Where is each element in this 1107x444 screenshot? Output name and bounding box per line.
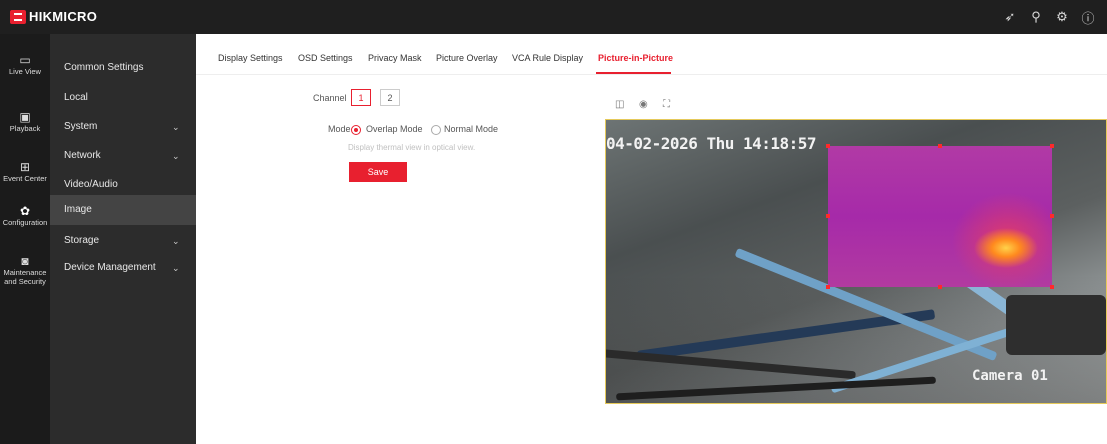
search-icon[interactable]: ⚲ [1029, 9, 1043, 25]
shield-icon: ◙ [21, 254, 29, 268]
cable-shape [616, 376, 936, 401]
menu-item-common-settings[interactable]: Common Settings [50, 53, 196, 83]
tab-privacy-mask[interactable]: Privacy Mask [368, 53, 422, 63]
chevron-down-icon: ⌄ [172, 263, 180, 273]
active-tab-indicator [596, 72, 671, 74]
config-menu: Common Settings Local System ⌄ Network ⌄ V… [50, 34, 196, 444]
channel-button-1[interactable]: 1 [351, 89, 371, 106]
rail-label-line2: and Security [4, 277, 46, 286]
menu-item-system[interactable]: System ⌄ [50, 112, 196, 142]
chevron-down-icon: ⌄ [172, 122, 180, 132]
channel-label: Channel [313, 93, 347, 103]
normal-mode-radio[interactable] [431, 125, 441, 135]
overlap-mode-radio[interactable] [351, 125, 361, 135]
menu-label: Image [64, 204, 92, 215]
fullscreen-icon[interactable]: ⛶ [663, 99, 670, 110]
player-toolbar: ◫ ◉ ⛶ [605, 89, 1107, 119]
chevron-down-icon: ⌄ [172, 151, 180, 161]
record-icon[interactable]: ◉ [639, 99, 648, 110]
mode-label: Mode [328, 124, 351, 134]
tab-osd-settings[interactable]: OSD Settings [298, 53, 353, 63]
rail-label: Playback [9, 124, 41, 133]
rail-label-line1: Maintenance [3, 268, 47, 277]
rail-item-playback[interactable]: ▣ Playback [0, 110, 50, 133]
mode-hint: Display thermal view in optical view. [348, 143, 476, 152]
monitor-icon: ▭ [19, 53, 31, 67]
brand-name: HIKMICRO [29, 9, 98, 24]
device-shape [1006, 295, 1106, 355]
menu-item-storage[interactable]: Storage ⌄ [50, 226, 196, 256]
normal-mode-label[interactable]: Normal Mode [444, 124, 498, 134]
tab-picture-overlay[interactable]: Picture Overlay [436, 53, 498, 63]
resize-handle[interactable] [826, 144, 830, 148]
save-button[interactable]: Save [349, 162, 407, 182]
settings-icon[interactable]: ⚙ [1055, 9, 1069, 25]
cable-shape [606, 348, 856, 380]
menu-item-device-management[interactable]: Device Management ⌄ [50, 253, 196, 283]
tab-vca-rule-display[interactable]: VCA Rule Display [512, 53, 583, 63]
chevron-down-icon: ⌄ [172, 236, 180, 246]
rail-label: Live View [9, 67, 41, 76]
play-icon: ▣ [19, 110, 31, 124]
menu-item-local[interactable]: Local [50, 83, 196, 113]
rail-item-live-view[interactable]: ▭ Live View [0, 53, 50, 76]
menu-item-network[interactable]: Network ⌄ [50, 141, 196, 171]
overlap-mode-label[interactable]: Overlap Mode [366, 124, 423, 134]
menu-item-image[interactable]: Image [50, 195, 196, 225]
hikmicro-logo-icon [10, 9, 26, 24]
osd-timestamp: 04-02-2026 Thu 14:18:57 [606, 134, 817, 153]
menu-label: Device Management [64, 262, 156, 273]
resize-handle[interactable] [826, 285, 830, 289]
thermal-pip-overlay[interactable] [826, 144, 1054, 289]
channel-button-2[interactable]: 2 [380, 89, 400, 106]
resize-handle[interactable] [1050, 285, 1054, 289]
rail-item-maintenance[interactable]: ◙ Maintenance and Security [0, 254, 50, 286]
tab-bar: Display Settings OSD Settings Privacy Ma… [196, 34, 1107, 75]
rail-item-configuration[interactable]: ✿ Configuration [0, 204, 50, 227]
brand-logo: HIKMICRO [10, 9, 97, 24]
rail-label: Event Center [3, 174, 47, 183]
resize-handle[interactable] [826, 214, 830, 218]
gear-icon: ✿ [19, 204, 31, 218]
top-icons: ➶ ⚲ ⚙ ⓘ [1003, 0, 1107, 34]
menu-label: Common Settings [64, 62, 144, 73]
tab-display-settings[interactable]: Display Settings [218, 53, 283, 63]
osd-camera-name: Camera 01 [972, 368, 1048, 384]
grid-icon: ⊞ [19, 160, 31, 174]
rail-item-event-center[interactable]: ⊞ Event Center [0, 160, 50, 183]
resize-handle[interactable] [938, 144, 942, 148]
tab-picture-in-picture[interactable]: Picture-in-Picture [598, 53, 673, 63]
top-bar: HIKMICRO ➶ ⚲ ⚙ ⓘ [0, 0, 1107, 34]
resize-handle[interactable] [938, 285, 942, 289]
menu-label: System [64, 121, 98, 132]
live-video[interactable]: 04-02-2026 Thu 14:18:57 Camera 01 [605, 119, 1107, 404]
menu-label: Local [64, 92, 88, 103]
send-icon[interactable]: ➶ [1003, 9, 1017, 25]
nav-rail: ▭ Live View ▣ Playback ⊞ Event Center ✿ … [0, 34, 50, 444]
resize-handle[interactable] [1050, 144, 1054, 148]
resize-handle[interactable] [1050, 214, 1054, 218]
info-icon[interactable]: ⓘ [1081, 8, 1095, 27]
rail-label: Configuration [2, 218, 48, 227]
menu-label: Storage [64, 235, 100, 246]
camera-icon[interactable]: ◫ [615, 99, 624, 110]
menu-label: Network [64, 150, 101, 161]
